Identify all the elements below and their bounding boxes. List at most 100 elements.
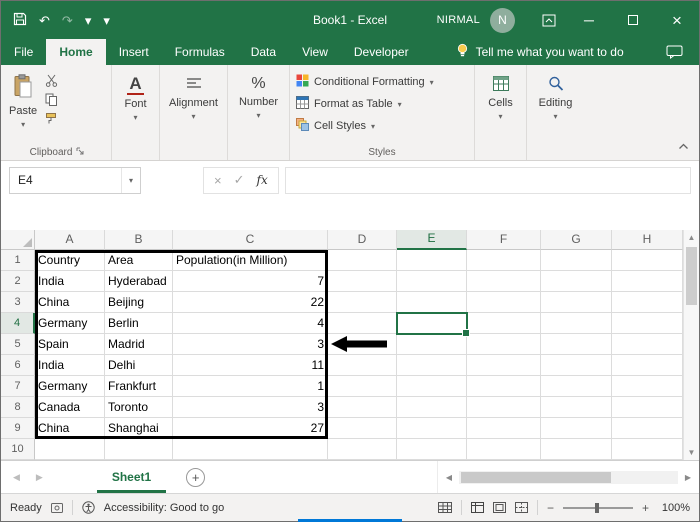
cell-E6[interactable] bbox=[397, 355, 467, 376]
row-header-1[interactable]: 1 bbox=[1, 250, 35, 271]
cell-A7[interactable]: Germany bbox=[35, 376, 105, 397]
tab-data[interactable]: Data bbox=[238, 39, 289, 65]
cut-icon[interactable] bbox=[45, 74, 58, 87]
cell-A5[interactable]: Spain bbox=[35, 334, 105, 355]
zoom-slider-thumb[interactable] bbox=[594, 502, 599, 513]
cell-H2[interactable] bbox=[612, 271, 683, 292]
cell-H8[interactable] bbox=[612, 397, 683, 418]
name-box[interactable]: E4 ▾ bbox=[9, 166, 141, 194]
cell-C1[interactable]: Population(in Million) bbox=[173, 250, 328, 271]
cell-C5[interactable]: 3 bbox=[173, 334, 328, 355]
row-header-9[interactable]: 9 bbox=[1, 418, 35, 439]
column-header-E[interactable]: E bbox=[397, 230, 467, 250]
cell-F10[interactable] bbox=[467, 439, 541, 460]
cell-A6[interactable]: India bbox=[35, 355, 105, 376]
next-sheet-icon[interactable]: ▶ bbox=[36, 472, 43, 483]
cell-C10[interactable] bbox=[173, 439, 328, 460]
column-header-F[interactable]: F bbox=[467, 230, 541, 250]
macro-record-icon[interactable] bbox=[50, 502, 63, 514]
cell-C2[interactable]: 7 bbox=[173, 271, 328, 292]
cell-B4[interactable]: Berlin bbox=[105, 313, 173, 334]
tell-me-box[interactable]: Tell me what you want to do bbox=[456, 39, 624, 65]
zoom-level[interactable]: 100% bbox=[658, 502, 690, 514]
cell-A1[interactable]: Country bbox=[35, 250, 105, 271]
row-header-7[interactable]: 7 bbox=[1, 376, 35, 397]
cell-C9[interactable]: 27 bbox=[173, 418, 328, 439]
comments-icon[interactable] bbox=[666, 39, 683, 65]
cell-G1[interactable] bbox=[541, 250, 612, 271]
cell-E2[interactable] bbox=[397, 271, 467, 292]
cell-F5[interactable] bbox=[467, 334, 541, 355]
user-avatar[interactable]: N bbox=[490, 7, 515, 33]
horizontal-scroll-track[interactable] bbox=[459, 470, 678, 484]
accessibility-status[interactable]: Accessibility: Good to go bbox=[104, 502, 224, 514]
cell-B8[interactable]: Toronto bbox=[105, 397, 173, 418]
cell-A4[interactable]: Germany bbox=[35, 313, 105, 334]
conditional-formatting-button[interactable]: Conditional Formatting ▾ bbox=[296, 74, 468, 90]
alignment-button[interactable]: Alignment ▾ bbox=[166, 70, 221, 121]
cell-A10[interactable] bbox=[35, 439, 105, 460]
customize-qat-icon[interactable]: ▾ bbox=[103, 14, 110, 27]
close-button[interactable]: × bbox=[655, 1, 699, 39]
cell-G8[interactable] bbox=[541, 397, 612, 418]
cell-D8[interactable] bbox=[328, 397, 397, 418]
cell-G9[interactable] bbox=[541, 418, 612, 439]
editing-button[interactable]: Editing ▾ bbox=[533, 70, 578, 121]
cell-F1[interactable] bbox=[467, 250, 541, 271]
cell-D4[interactable] bbox=[328, 313, 397, 334]
accessibility-icon[interactable] bbox=[82, 501, 95, 514]
tab-insert[interactable]: Insert bbox=[106, 39, 162, 65]
view-normal-icon[interactable] bbox=[470, 502, 484, 513]
cell-H3[interactable] bbox=[612, 292, 683, 313]
cell-F4[interactable] bbox=[467, 313, 541, 334]
tab-home[interactable]: Home bbox=[46, 39, 106, 65]
cell-A9[interactable]: China bbox=[35, 418, 105, 439]
scroll-down-icon[interactable]: ▼ bbox=[684, 445, 699, 460]
zoom-slider[interactable] bbox=[562, 502, 633, 513]
zoom-out-icon[interactable]: − bbox=[547, 501, 554, 515]
cell-F9[interactable] bbox=[467, 418, 541, 439]
paste-button[interactable]: Paste ▾ bbox=[9, 70, 37, 129]
cell-D6[interactable] bbox=[328, 355, 397, 376]
row-header-8[interactable]: 8 bbox=[1, 397, 35, 418]
cell-H6[interactable] bbox=[612, 355, 683, 376]
cell-E7[interactable] bbox=[397, 376, 467, 397]
cell-H10[interactable] bbox=[612, 439, 683, 460]
grid-icon[interactable] bbox=[437, 502, 452, 513]
name-box-dropdown-icon[interactable]: ▾ bbox=[122, 176, 140, 185]
row-header-3[interactable]: 3 bbox=[1, 292, 35, 313]
cell-C4[interactable]: 4 bbox=[173, 313, 328, 334]
cell-B2[interactable]: Hyderabad bbox=[105, 271, 173, 292]
cell-B5[interactable]: Madrid bbox=[105, 334, 173, 355]
new-sheet-button[interactable]: + bbox=[186, 467, 206, 487]
prev-sheet-icon[interactable]: ◀ bbox=[13, 472, 20, 483]
cell-E8[interactable] bbox=[397, 397, 467, 418]
cell-styles-button[interactable]: Cell Styles ▾ bbox=[296, 118, 468, 134]
cell-D1[interactable] bbox=[328, 250, 397, 271]
formula-input[interactable] bbox=[284, 166, 691, 194]
horizontal-scroll-thumb[interactable] bbox=[461, 471, 611, 483]
row-header-10[interactable]: 10 bbox=[1, 439, 35, 460]
tab-file[interactable]: File bbox=[1, 39, 46, 65]
zoom-in-icon[interactable]: + bbox=[642, 501, 649, 515]
column-header-G[interactable]: G bbox=[541, 230, 612, 250]
user-name[interactable]: NIRMAL bbox=[437, 14, 480, 26]
cell-D9[interactable] bbox=[328, 418, 397, 439]
column-header-C[interactable]: C bbox=[173, 230, 328, 250]
cell-F7[interactable] bbox=[467, 376, 541, 397]
insert-function-icon[interactable]: fx bbox=[257, 173, 268, 187]
cell-A3[interactable]: China bbox=[35, 292, 105, 313]
scroll-right-icon[interactable]: ▶ bbox=[680, 473, 696, 482]
cell-D7[interactable] bbox=[328, 376, 397, 397]
scroll-up-icon[interactable]: ▲ bbox=[684, 230, 699, 245]
maximize-button[interactable] bbox=[611, 1, 655, 39]
cell-B1[interactable]: Area bbox=[105, 250, 173, 271]
cell-H9[interactable] bbox=[612, 418, 683, 439]
row-header-6[interactable]: 6 bbox=[1, 355, 35, 376]
horizontal-scrollbar[interactable]: ◀ ▶ bbox=[437, 461, 699, 493]
cell-G6[interactable] bbox=[541, 355, 612, 376]
clipboard-dialog-launcher-icon[interactable] bbox=[76, 147, 84, 158]
row-header-5[interactable]: 5 bbox=[1, 334, 35, 355]
column-header-D[interactable]: D bbox=[328, 230, 397, 250]
paste-dropdown-icon[interactable]: ▾ bbox=[21, 120, 25, 129]
